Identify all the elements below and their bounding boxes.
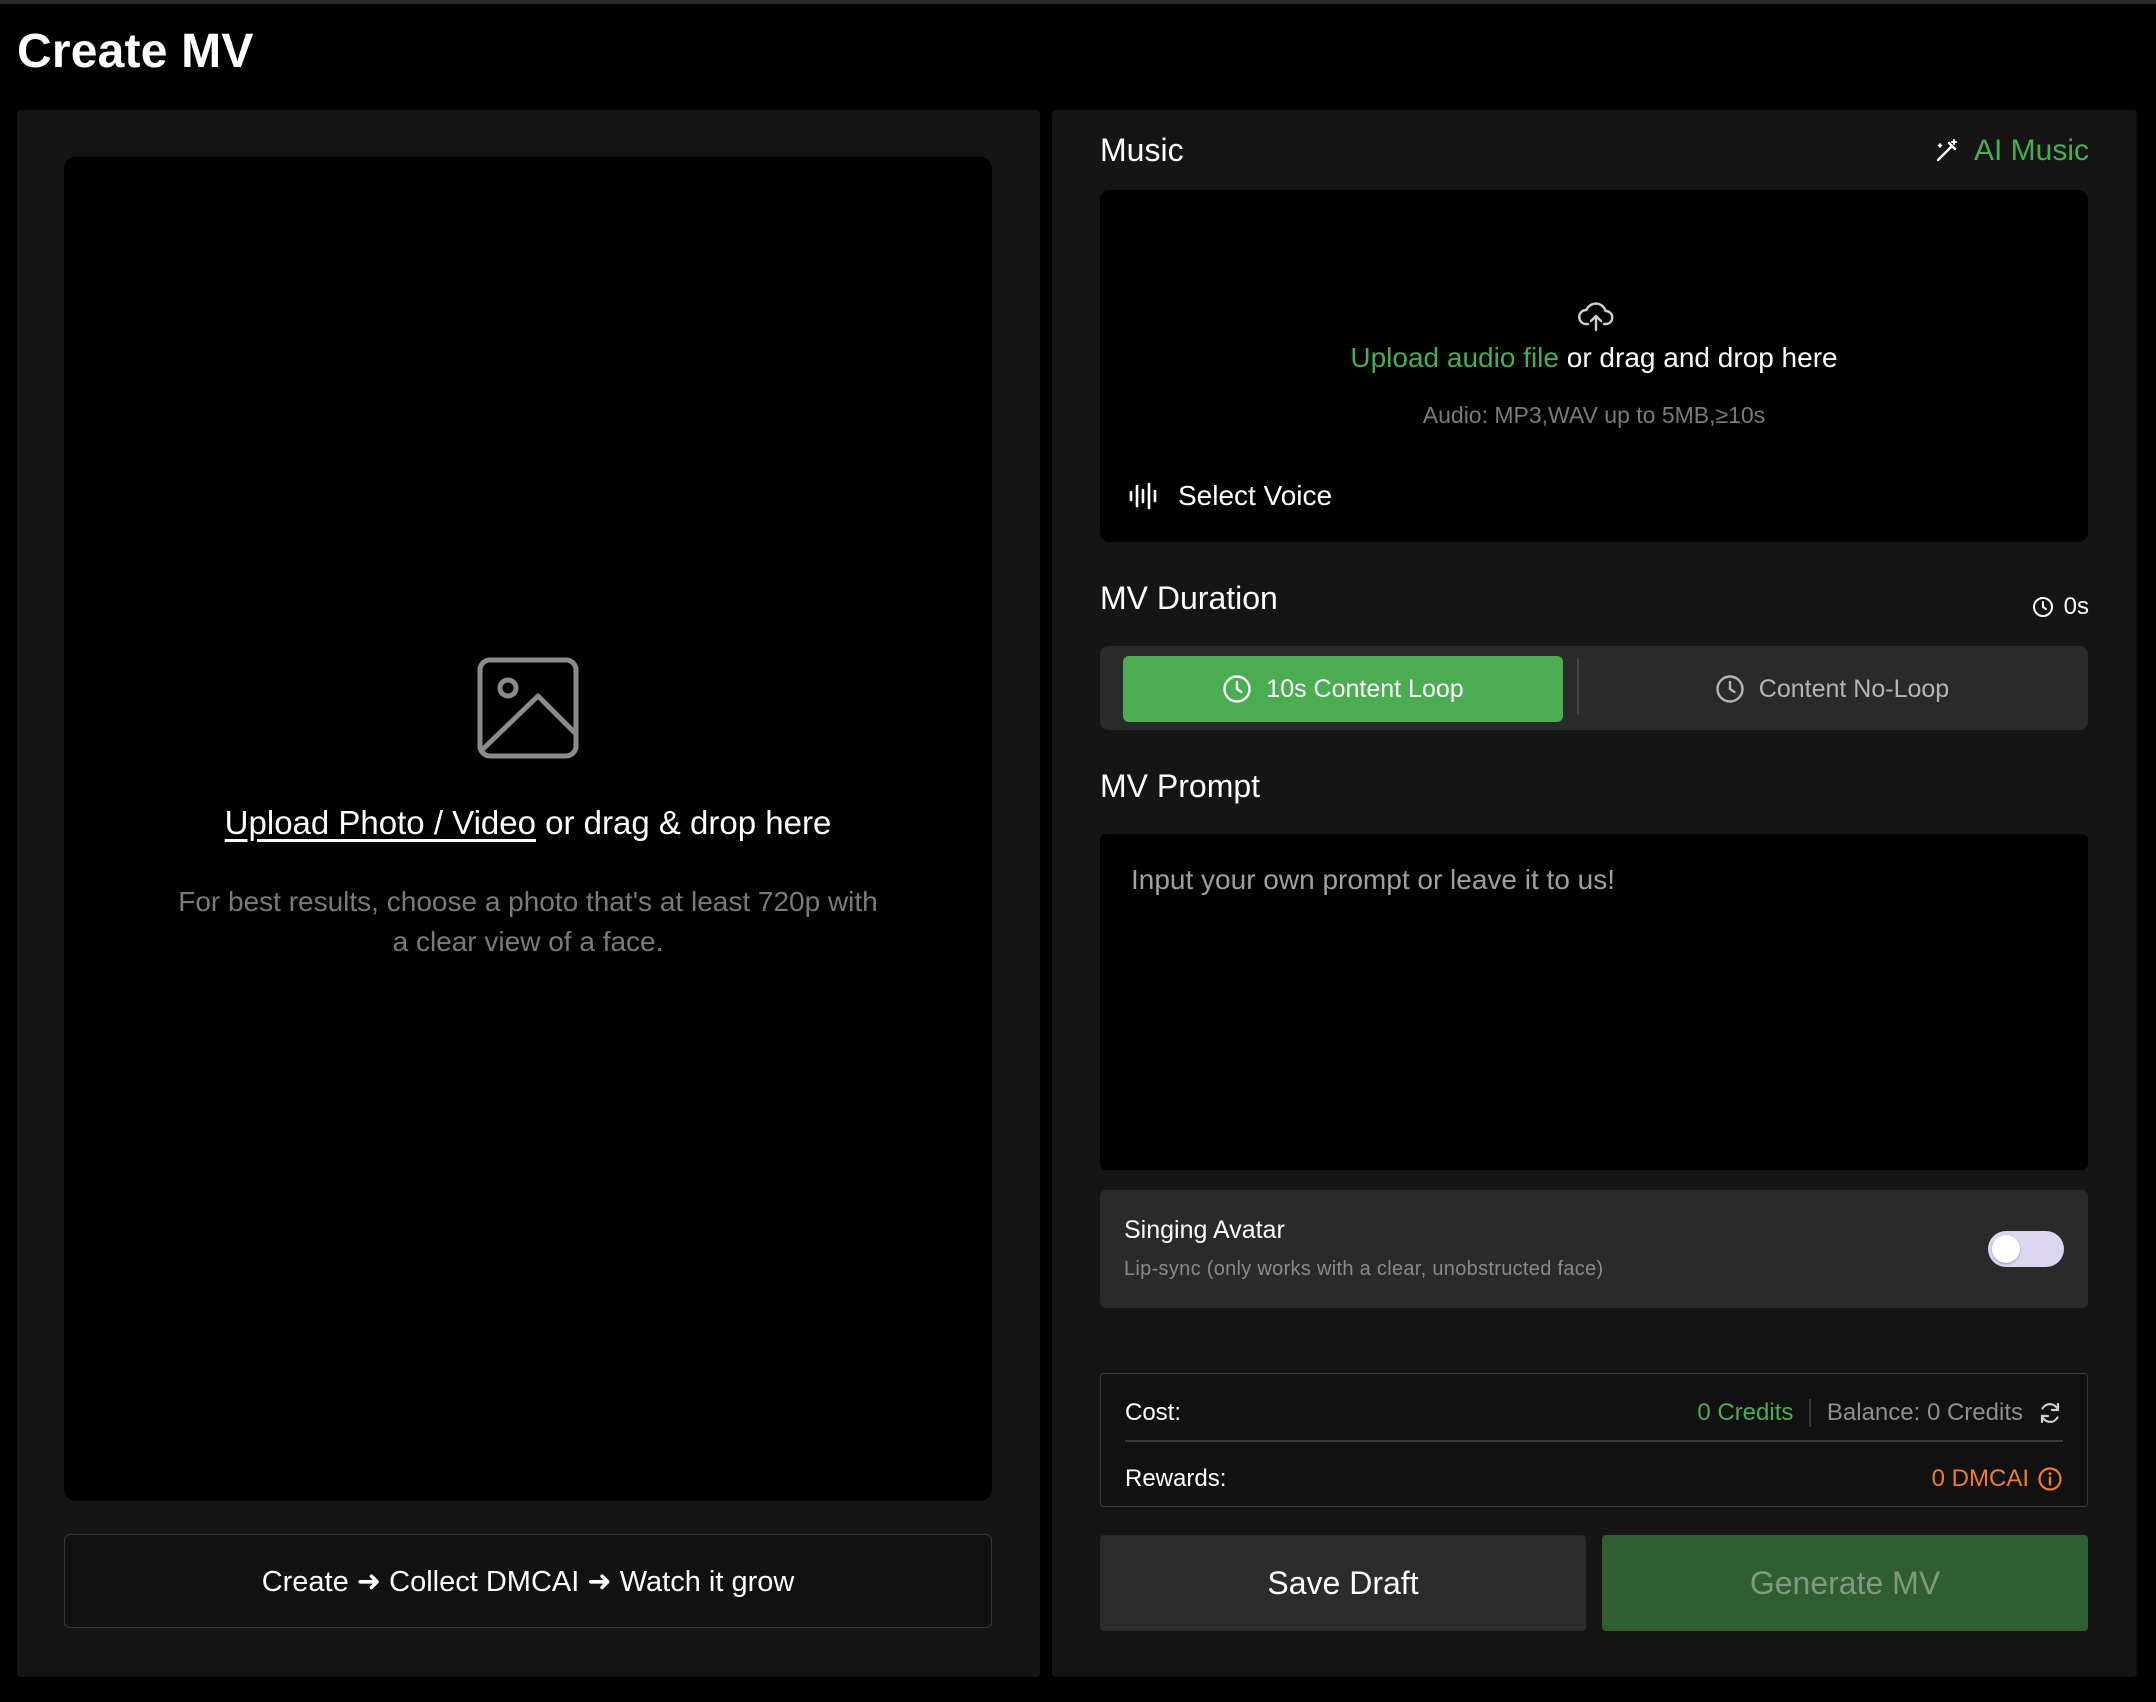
top-divider [0,0,2156,4]
photo-drag-text: or drag & drop here [535,804,832,841]
duration-value: 0s [2063,593,2089,620]
waveform-icon [1129,482,1157,510]
option-label: 10s Content Loop [1266,674,1464,703]
balance-value: Balance: 0 Credits [1826,1399,2023,1426]
singing-avatar-row: Singing Avatar Lip-sync (only works with… [1100,1190,2088,1308]
segment-divider [1577,658,1579,714]
singing-avatar-title: Singing Avatar [1124,1216,1285,1244]
toggle-knob [1992,1235,2020,1263]
duration-readout: 0s [2032,593,2089,621]
audio-dropzone[interactable]: Upload audio file or drag and drop here … [1100,190,2088,542]
image-icon [477,657,579,759]
clock-icon [1223,675,1251,703]
music-title: Music [1100,132,1184,168]
audio-upload-line: Upload audio file or drag and drop here [1100,342,2088,374]
audio-drag-text: or drag and drop here [1558,342,1838,373]
upload-photo-link[interactable]: Upload Photo / Video [225,804,536,841]
photo-upload-line: Upload Photo / Video or drag & drop here [225,804,832,842]
option-label: Content No-Loop [1758,674,1950,703]
photo-hint: For best results, choose a photo that's … [178,886,878,957]
cloud-upload-icon [1578,302,1614,332]
select-voice-button[interactable]: Select Voice [1128,480,1332,512]
tagline-button[interactable]: Create ➜ Collect DMCAI ➜ Watch it grow [64,1534,992,1628]
divider [1809,1399,1811,1427]
singing-avatar-toggle[interactable] [1988,1231,2064,1267]
rewards-row: Rewards: 0 DMCAI [1125,1454,2063,1504]
generate-mv-button[interactable]: Generate MV [1602,1535,2088,1631]
cost-separator [1125,1440,2063,1442]
prompt-title: MV Prompt [1100,768,1261,804]
singing-avatar-subtitle: Lip-sync (only works with a clear, unobs… [1124,1258,1604,1280]
option-content-loop[interactable]: 10s Content Loop [1123,656,1563,722]
clock-icon [2032,597,2053,617]
page-title: Create MV [17,25,254,78]
media-panel: Upload Photo / Video or drag & drop here… [17,110,1040,1677]
settings-panel: Music AI Music Upload audio file or drag… [1052,110,2137,1677]
refresh-icon[interactable] [2037,1400,2063,1426]
ai-music-button[interactable]: AI Music [1934,134,2089,168]
photo-dropzone[interactable]: Upload Photo / Video or drag & drop here… [64,157,992,1501]
clock-icon [1716,675,1744,703]
magic-wand-icon [1936,139,1957,162]
save-draft-button[interactable]: Save Draft [1100,1535,1586,1631]
select-voice-label: Select Voice [1178,480,1333,511]
upload-audio-link[interactable]: Upload audio file [1350,342,1559,373]
cost-row: Cost: 0 Credits Balance: 0 Credits [1125,1388,2063,1438]
cost-summary: Cost: 0 Credits Balance: 0 Credits Rewar… [1100,1373,2088,1507]
rewards-value: 0 DMCAI [1931,1465,2029,1492]
info-icon[interactable] [2037,1466,2063,1492]
audio-hint: Audio: MP3,WAV up to 5MB,≥10s [1422,402,1766,428]
cost-value: 0 Credits [1697,1399,1794,1426]
duration-title: MV Duration [1100,580,1278,616]
duration-selector: 10s Content Loop Content No-Loop [1100,646,2088,730]
option-content-no-loop[interactable]: Content No-Loop [1593,656,2071,722]
cost-label: Cost: [1125,1399,1182,1426]
rewards-label: Rewards: [1125,1465,1227,1492]
ai-music-label: AI Music [1973,134,2089,167]
prompt-input[interactable] [1100,834,2088,1170]
